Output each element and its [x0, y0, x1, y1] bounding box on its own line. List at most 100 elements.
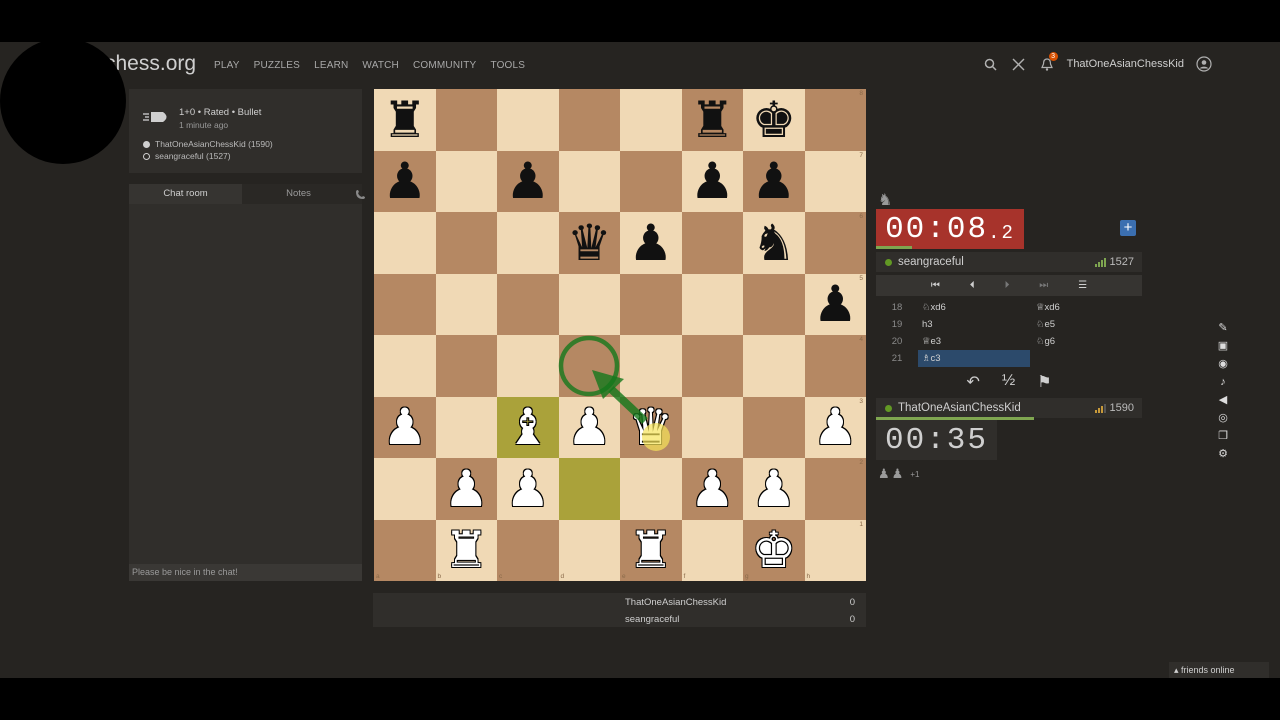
- square-g4[interactable]: [743, 335, 805, 397]
- square-c3[interactable]: ♝: [497, 396, 559, 458]
- microphone-icon[interactable]: ♪: [1220, 376, 1226, 389]
- white-rook-icon[interactable]: ♜: [628, 525, 673, 575]
- square-h1[interactable]: 1h: [804, 519, 866, 581]
- square-d2[interactable]: [558, 458, 620, 520]
- square-d5[interactable]: [558, 273, 620, 335]
- square-b4[interactable]: [435, 335, 497, 397]
- black-rook-icon[interactable]: ♜: [382, 95, 427, 145]
- square-b2[interactable]: ♟: [435, 458, 497, 520]
- offer-draw-button[interactable]: ½: [1002, 372, 1015, 392]
- menu-icon[interactable]: ☰: [1078, 280, 1087, 291]
- square-d4[interactable]: [558, 335, 620, 397]
- square-h3[interactable]: ♟ 3: [804, 396, 866, 458]
- square-g7[interactable]: ♟: [743, 150, 805, 212]
- player-name[interactable]: ThatOneAsianChessKid: [898, 402, 1021, 414]
- square-h7[interactable]: 7: [804, 150, 866, 212]
- square-b6[interactable]: [435, 212, 497, 274]
- square-c6[interactable]: [497, 212, 559, 274]
- white-pawn-icon[interactable]: ♟: [690, 464, 735, 514]
- pen-icon[interactable]: ✎: [1218, 322, 1227, 335]
- square-g1[interactable]: ♚ g: [743, 519, 805, 581]
- square-h2[interactable]: 2: [804, 458, 866, 520]
- square-d3[interactable]: ♟: [558, 396, 620, 458]
- square-a1[interactable]: a: [374, 519, 436, 581]
- black-king-icon[interactable]: ♚: [751, 95, 796, 145]
- user-menu-name[interactable]: ThatOneAsianChessKid: [1067, 58, 1184, 70]
- white-move[interactable]: ♕e3: [918, 336, 1030, 347]
- next-move-icon[interactable]: ⏵: [1004, 280, 1009, 291]
- square-e5[interactable]: [620, 273, 682, 335]
- square-f3[interactable]: [681, 396, 743, 458]
- square-b1[interactable]: ♜ b: [435, 519, 497, 581]
- square-d6[interactable]: ♛: [558, 212, 620, 274]
- prev-move-icon[interactable]: ⏴: [970, 280, 975, 291]
- nav-tools[interactable]: TOOLS: [490, 60, 525, 71]
- square-a5[interactable]: [374, 273, 436, 335]
- square-c7[interactable]: ♟: [497, 150, 559, 212]
- square-d8[interactable]: [558, 89, 620, 151]
- webcam-icon[interactable]: ◎: [1218, 412, 1228, 425]
- square-h5[interactable]: ♟ 5: [804, 273, 866, 335]
- black-pawn-icon[interactable]: ♟: [628, 218, 673, 268]
- nav-puzzles[interactable]: PUZZLES: [254, 60, 300, 71]
- square-b7[interactable]: [435, 150, 497, 212]
- tab-notes[interactable]: Notes: [242, 184, 355, 204]
- white-queen-icon[interactable]: ♛: [628, 402, 673, 452]
- white-pawn-icon[interactable]: ♟: [382, 402, 427, 452]
- square-f5[interactable]: [681, 273, 743, 335]
- phone-icon[interactable]: [355, 186, 366, 202]
- square-a3[interactable]: ♟: [374, 396, 436, 458]
- nav-community[interactable]: COMMUNITY: [413, 60, 476, 71]
- nav-learn[interactable]: LEARN: [314, 60, 348, 71]
- takeback-button[interactable]: ↶: [966, 372, 979, 392]
- square-e2[interactable]: [620, 458, 682, 520]
- square-c4[interactable]: [497, 335, 559, 397]
- nav-watch[interactable]: WATCH: [362, 60, 399, 71]
- friends-online-bar[interactable]: ▴ friends online: [1169, 662, 1269, 678]
- square-h6[interactable]: 6: [804, 212, 866, 274]
- add-time-button[interactable]: +: [1120, 220, 1136, 236]
- notifications-bell-icon[interactable]: 3: [1039, 52, 1058, 72]
- square-f8[interactable]: ♜: [681, 89, 743, 151]
- square-b3[interactable]: [435, 396, 497, 458]
- square-a2[interactable]: [374, 458, 436, 520]
- black-knight-icon[interactable]: ♞: [751, 218, 796, 268]
- square-f2[interactable]: ♟: [681, 458, 743, 520]
- square-g6[interactable]: ♞: [743, 212, 805, 274]
- square-d1[interactable]: d: [558, 519, 620, 581]
- square-h4[interactable]: 4: [804, 335, 866, 397]
- square-f4[interactable]: [681, 335, 743, 397]
- square-e8[interactable]: [620, 89, 682, 151]
- search-icon[interactable]: [983, 56, 999, 72]
- white-bishop-icon[interactable]: ♝: [505, 402, 550, 452]
- square-e6[interactable]: ♟: [620, 212, 682, 274]
- white-rook-icon[interactable]: ♜: [444, 525, 489, 575]
- resign-flag-button[interactable]: ⚑: [1037, 372, 1051, 392]
- last-move-icon[interactable]: ⏭: [1039, 280, 1048, 291]
- chat-input[interactable]: Please be nice in the chat!: [129, 564, 362, 581]
- square-g5[interactable]: [743, 273, 805, 335]
- square-c5[interactable]: [497, 273, 559, 335]
- black-move[interactable]: ♘e5: [1030, 319, 1142, 330]
- square-a7[interactable]: ♟: [374, 150, 436, 212]
- black-pawn-icon[interactable]: ♟: [751, 156, 796, 206]
- square-f1[interactable]: f: [681, 519, 743, 581]
- square-a6[interactable]: [374, 212, 436, 274]
- white-player-name[interactable]: ThatOneAsianChessKid (1590): [155, 139, 273, 149]
- challenge-swords-icon[interactable]: [1011, 56, 1027, 72]
- white-move[interactable]: h3: [918, 319, 1030, 330]
- white-pawn-icon[interactable]: ♟: [567, 402, 612, 452]
- square-g8[interactable]: ♚: [743, 89, 805, 151]
- black-pawn-icon[interactable]: ♟: [382, 156, 427, 206]
- white-king-icon[interactable]: ♚: [751, 525, 796, 575]
- black-rook-icon[interactable]: ♜: [690, 95, 735, 145]
- square-e3[interactable]: ♛: [620, 396, 682, 458]
- black-queen-icon[interactable]: ♛: [567, 218, 612, 268]
- square-b5[interactable]: [435, 273, 497, 335]
- black-pawn-icon[interactable]: ♟: [690, 156, 735, 206]
- square-c1[interactable]: c: [497, 519, 559, 581]
- square-h8[interactable]: 8: [804, 89, 866, 151]
- black-pawn-icon[interactable]: ♟: [813, 279, 858, 329]
- square-b8[interactable]: [435, 89, 497, 151]
- square-a8[interactable]: ♜: [374, 89, 436, 151]
